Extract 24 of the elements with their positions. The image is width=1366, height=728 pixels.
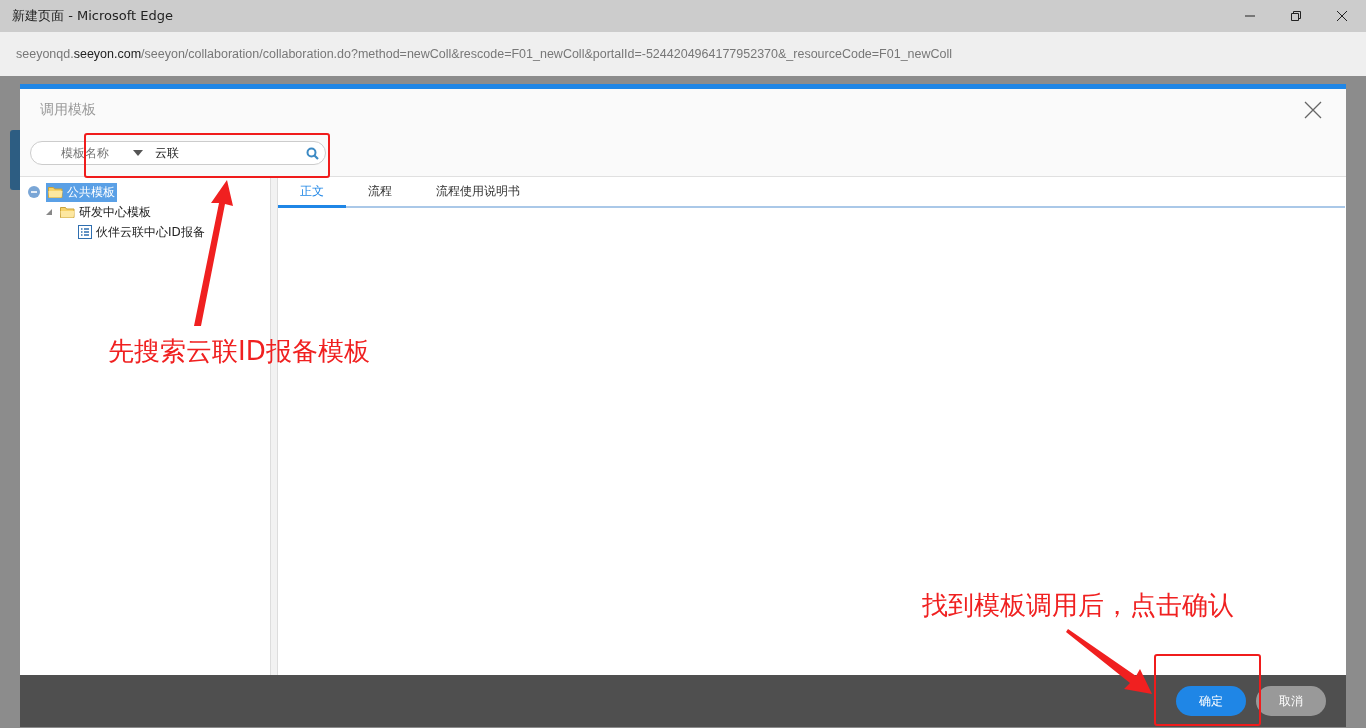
dialog-title: 调用模板 bbox=[40, 100, 96, 119]
search-value: 云联 bbox=[155, 144, 180, 162]
window-title: 新建页面 - Microsoft Edge bbox=[12, 7, 173, 25]
caret-icon[interactable] bbox=[133, 150, 143, 156]
search-icon[interactable] bbox=[306, 146, 319, 160]
tab[interactable]: 流程使用说明书 bbox=[414, 177, 542, 208]
close-icon[interactable] bbox=[1336, 10, 1348, 22]
close-icon[interactable] bbox=[1304, 100, 1322, 119]
dialog-button[interactable]: 确定 bbox=[1176, 686, 1246, 716]
folder-icon bbox=[60, 206, 75, 218]
annotation-text: 先搜索云联ID报备模板 bbox=[108, 335, 370, 368]
expand-arrow-icon[interactable] bbox=[46, 209, 52, 215]
search-field[interactable]: 模板名称 云联 bbox=[30, 141, 326, 165]
collapse-icon[interactable] bbox=[28, 186, 40, 198]
restore-icon[interactable] bbox=[1290, 10, 1302, 22]
annotation-text: 找到模板调用后，点击确认 bbox=[922, 589, 1234, 622]
list-icon bbox=[78, 225, 92, 239]
tree-item[interactable]: 研发中心模板 bbox=[58, 202, 153, 222]
address-bar[interactable]: seeyonqd.seeyon.com/seeyon/collaboration/collaboration.do?method=newColl&rescode=F01_newColl&portalId=-5244204964177952370&_resourceCode=F01_newColl bbox=[0, 32, 1366, 76]
tree-item[interactable]: 伙伴云联中心ID报备 bbox=[76, 222, 207, 242]
url-text: seeyonqd.seeyon.com/seeyon/collaboration/collaboration.do?method=newColl&rescode=F01_newColl&portalId=-5244204964177952370&_resourceCode=F01_newColl bbox=[16, 47, 953, 61]
tab[interactable]: 流程 bbox=[346, 177, 414, 208]
search-field-selector[interactable]: 模板名称 bbox=[61, 144, 121, 162]
folder-icon bbox=[48, 186, 63, 198]
